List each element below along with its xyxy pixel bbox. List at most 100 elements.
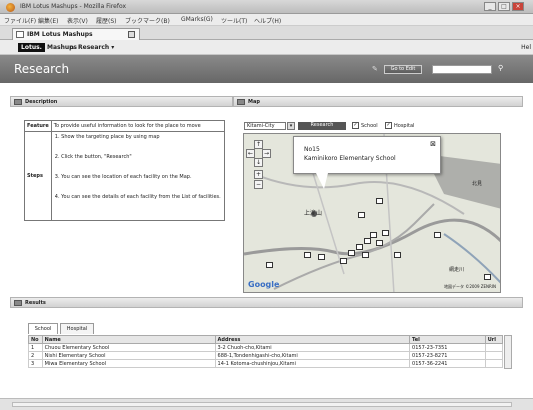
map-attribution: 地図データ ©2009 ZENRIN [444,284,496,289]
balloon-number: No15 [304,146,320,153]
horizontal-scrollbar[interactable] [12,402,512,407]
school-marker[interactable] [362,252,369,258]
feature-text: To provide useful information to look fo… [50,120,226,132]
school-marker[interactable] [376,240,383,246]
lotus-logo: Lotus. [18,43,45,52]
column-header[interactable]: No [28,335,43,344]
menu-help[interactable]: ヘルプ(H) [254,16,281,25]
column-header[interactable]: Name [41,335,216,344]
zoom-out-icon[interactable]: − [254,180,263,189]
school-marker[interactable] [370,232,377,238]
hospital-checkbox[interactable]: ✓ [385,122,392,129]
cell-tel: 0157-23-7351 [409,343,486,352]
menu-bookmarks[interactable]: ブックマーク(B) [125,16,170,25]
column-header[interactable]: Address [214,335,411,344]
maximize-icon[interactable]: □ [498,2,510,11]
school-marker[interactable] [394,252,401,258]
school-marker[interactable] [304,252,311,258]
research-button[interactable]: Research [298,122,346,130]
panel-icon [237,99,245,105]
panel-title: Results [25,300,46,306]
firefox-logo-icon [6,3,15,12]
cell-url[interactable] [484,359,504,368]
school-marker[interactable] [340,258,347,264]
search-icon[interactable]: ⚲ [498,64,503,72]
browser-tab[interactable]: IBM Lotus Mashups [12,28,140,40]
cell-no: 2 [28,351,43,360]
school-marker[interactable] [376,198,383,204]
map-panel-header: Map [233,96,523,107]
chevron-down-icon[interactable]: ▾ [287,122,295,130]
steps-label: Steps [24,131,52,221]
menu-bar: ファイル(F) 編集(E) 表示(V) 履歴(S) ブックマーク(B) GMar… [0,14,533,26]
table-row[interactable]: 3 Miwa Elementary School 14-1 Kotoma-chu… [28,359,504,368]
zoom-in-icon[interactable]: + [254,170,263,179]
menu-file[interactable]: ファイル(F) [4,16,36,25]
window-titlebar: IBM Lotus Mashups - Mozilla Firefox _ □ … [0,0,533,14]
home-icon[interactable]: ⌂ [70,44,74,51]
cell-url[interactable] [484,351,504,360]
school-marker[interactable] [434,232,441,238]
pan-up-icon[interactable]: ↑ [254,140,263,149]
map-label: 網走川 [449,267,465,273]
school-marker[interactable] [382,230,389,236]
menu-view[interactable]: 表示(V) [67,16,88,25]
cell-url[interactable] [484,343,504,352]
column-header[interactable]: Url [484,335,504,344]
school-marker[interactable] [348,250,355,256]
close-tab-icon[interactable] [128,31,135,38]
search-input[interactable] [432,65,492,74]
menu-history[interactable]: 履歴(S) [96,16,117,25]
tab-hospital[interactable]: Hospital [60,323,94,334]
pan-right-icon[interactable]: → [262,149,271,158]
info-balloon: No15 Kaminikoro Elementary School ⊠ [293,136,441,174]
city-select[interactable]: Kitami-City [244,122,286,130]
tab-school[interactable]: School [28,323,58,334]
menu-edit[interactable]: 編集(E) [38,16,58,25]
google-logo: Google [248,280,280,289]
school-checkbox-label: School [361,123,378,129]
close-window-icon[interactable]: × [512,2,524,11]
balloon-school-name: Kaminikoro Elementary School [304,155,396,162]
tab-label: IBM Lotus Mashups [27,31,93,38]
pan-left-icon[interactable]: ← [246,149,255,158]
school-checkbox[interactable]: ✓ [352,122,359,129]
close-icon[interactable]: ⊠ [430,140,436,148]
cell-name: Miwa Elementary School [41,359,216,368]
hospital-checkbox-label: Hospital [394,123,415,129]
cell-name: Chuou Elementary School [41,343,216,352]
minimize-icon[interactable]: _ [484,2,496,11]
menu-tools[interactable]: ツール(T) [221,16,247,25]
table-row[interactable]: 2 Nishi Elementary School 688-1,Tondenhi… [28,351,504,360]
school-marker[interactable] [356,244,363,250]
school-marker[interactable] [318,254,325,260]
cell-address: 688-1,Tondenhigashi-cho,Kitami [214,351,411,360]
window-title: IBM Lotus Mashups - Mozilla Firefox [20,3,127,10]
school-marker[interactable] [358,212,365,218]
balloon-tail [316,173,328,189]
cell-name: Nishi Elementary School [41,351,216,360]
panel-title: Description [25,99,58,105]
step-item: 2. Click the button, "Research" [54,154,132,160]
pan-down-icon[interactable]: ↓ [254,158,263,167]
page-menu[interactable]: Research ▾ [78,44,114,51]
go-to-edit-button[interactable]: Go to Edit [384,65,422,74]
results-scrollbar[interactable] [504,335,512,369]
description-panel-header: Description [10,96,233,107]
table-row[interactable]: 1 Chuou Elementary School 3-2 Chuoh-cho,… [28,343,504,352]
status-bar [0,398,533,410]
cell-address: 14-1 Kotoma-chushinjou,Kitami [214,359,411,368]
description-table: Feature To provide useful information to… [24,120,226,221]
page-title: Research [14,62,70,76]
column-header[interactable]: Tel [409,335,486,344]
panel-icon [14,300,22,306]
help-link[interactable]: Hel [521,44,531,51]
app-bar: Lotus. Mashups ⌂ Research ▾ Hel [0,40,533,55]
panel-icon [14,99,22,105]
school-marker[interactable] [364,238,371,244]
map-label: 上滝山 [304,210,323,217]
menu-gmarks[interactable]: GMarks(G) [181,16,213,23]
school-marker[interactable] [484,274,491,280]
school-marker[interactable] [266,262,273,268]
page-header: Research ✎ Go to Edit ⚲ [0,55,533,83]
